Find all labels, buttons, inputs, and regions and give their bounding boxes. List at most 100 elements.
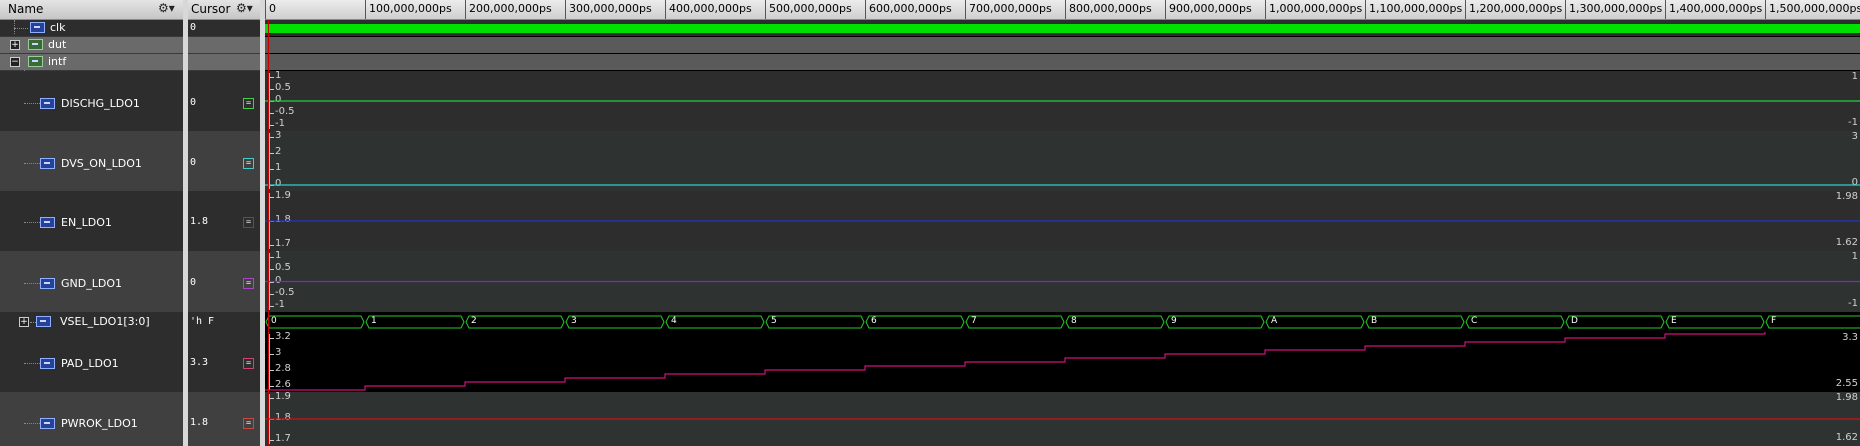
signal-name-GND_LDO1: GND_LDO1 — [61, 277, 122, 290]
bus-segment — [1465, 315, 1565, 329]
ruler-label: 1,000,000,000ps — [1269, 2, 1363, 15]
ruler-tick — [465, 0, 466, 19]
cursor-values-panel: Cursor ⚙▾ 0 0 = 0 = 1.8 = 0 = 'h F 3.3 = 1.8 = — [188, 0, 260, 446]
bus-value-label: 3 — [571, 316, 577, 326]
expand-icon[interactable]: + — [10, 40, 20, 50]
bus-segment — [1265, 315, 1365, 329]
bus-segment — [865, 315, 965, 329]
cursor-value: 0 — [190, 22, 197, 33]
signal-name-PAD_LDO1: PAD_LDO1 — [61, 357, 119, 370]
waveform-panel[interactable]: 0 100,000,000ps 200,000,000ps 300,000,000ps… — [265, 0, 1860, 446]
gear-icon[interactable]: ⚙▾ — [158, 1, 175, 15]
value-row: 0 — [188, 20, 260, 36]
analog-marker-icon[interactable]: = — [243, 278, 254, 289]
wave-row-GND_LDO1[interactable]: 1 0.5 0 -0.5 -1 1 -1 — [265, 250, 1860, 312]
bus-trace-VSEL_LDO1 — [265, 315, 1860, 329]
wave-row-PWROK_LDO1[interactable]: 1.9 1.8 1.7 1.98 1.62 — [265, 391, 1860, 446]
ruler-tick — [1565, 0, 1566, 19]
ruler-label: 300,000,000ps — [569, 2, 652, 15]
signal-icon — [40, 418, 55, 429]
cursor-value: 0 — [190, 277, 197, 288]
cursor-line[interactable] — [268, 20, 269, 446]
ruler-label: 500,000,000ps — [769, 2, 852, 15]
signal-name-PWROK_LDO1: PWROK_LDO1 — [61, 417, 138, 430]
scope-name-intf: intf — [48, 55, 67, 68]
bus-segment — [665, 315, 765, 329]
names-header-title: Name — [8, 2, 44, 16]
wave-row-PAD_LDO1[interactable]: 3.2 3 2.8 2.6 3.3 2.55 — [265, 331, 1860, 392]
bus-value-label: 9 — [1171, 316, 1177, 326]
bus-value-label: 4 — [671, 316, 677, 326]
ruler-tick — [865, 0, 866, 19]
bus-segment — [765, 315, 865, 329]
names-header[interactable]: Name ⚙▾ — [0, 0, 183, 20]
signal-icon — [40, 358, 55, 369]
ruler-tick — [1765, 0, 1766, 19]
wave-row-EN_LDO1[interactable]: 1.9 1.8 1.7 1.98 1.62 — [265, 190, 1860, 251]
expand-icon[interactable]: + — [19, 317, 29, 327]
value-row — [188, 37, 260, 53]
bus-value-label: 0 — [271, 316, 277, 326]
cursor-value: 0 — [190, 157, 197, 168]
analog-marker-icon[interactable]: = — [243, 98, 254, 109]
bus-segment — [1765, 315, 1860, 329]
ruler-tick — [1065, 0, 1066, 19]
row-GND_LDO1[interactable]: GND_LDO1 — [0, 251, 183, 312]
row-DVS_ON_LDO1[interactable]: DVS_ON_LDO1 — [0, 131, 183, 191]
time-ruler[interactable]: 0 100,000,000ps 200,000,000ps 300,000,000ps… — [265, 0, 1860, 20]
bus-segment — [1065, 315, 1165, 329]
row-dut[interactable]: + dut — [0, 37, 183, 53]
ruler-label: 400,000,000ps — [669, 2, 752, 15]
analog-marker-icon[interactable]: = — [243, 158, 254, 169]
bus-segment — [565, 315, 665, 329]
wave-row-DVS_ON_LDO1[interactable]: 321030 — [265, 130, 1860, 191]
bus-segment — [265, 315, 365, 329]
ruler-tick — [565, 0, 566, 19]
signal-icon — [40, 217, 55, 228]
ruler-label: 800,000,000ps — [1069, 2, 1152, 15]
signal-name-DISCHG_LDO1: DISCHG_LDO1 — [61, 97, 140, 110]
cursor-value: 3.3 — [190, 357, 209, 368]
bus-value-label: D — [1571, 316, 1578, 326]
cursor-value: 0 — [190, 97, 197, 108]
value-row: 1.8 = — [188, 191, 260, 251]
signal-icon — [30, 22, 45, 33]
row-intf[interactable]: − intf — [0, 54, 183, 70]
signal-name-DVS_ON_LDO1: DVS_ON_LDO1 — [61, 157, 142, 170]
analog-marker-icon[interactable]: = — [243, 418, 254, 429]
row-PWROK_LDO1[interactable]: PWROK_LDO1 — [0, 392, 183, 446]
collapse-icon[interactable]: − — [10, 57, 20, 67]
row-PAD_LDO1[interactable]: PAD_LDO1 — [0, 332, 183, 392]
clk-waveform[interactable] — [265, 24, 1860, 33]
value-row: 3.3 = — [188, 332, 260, 392]
bus-value-label: 7 — [971, 316, 977, 326]
wave-row-VSEL_LDO1[interactable]: 0 1 2 3 4 5 6 7 8 9 A B C D E F — [265, 312, 1860, 332]
bus-value-label: F — [1771, 316, 1777, 326]
analog-marker-icon[interactable]: = — [243, 358, 254, 369]
values-header[interactable]: Cursor ⚙▾ — [188, 0, 260, 20]
gear-icon[interactable]: ⚙▾ — [236, 1, 253, 15]
ruler-label: 1,200,000,000ps — [1469, 2, 1563, 15]
row-EN_LDO1[interactable]: EN_LDO1 — [0, 191, 183, 251]
ruler-label: 1,300,000,000ps — [1569, 2, 1663, 15]
signal-icon — [40, 278, 55, 289]
row-DISCHG_LDO1[interactable]: DISCHG_LDO1 — [0, 71, 183, 131]
scope-name-dut: dut — [48, 38, 67, 51]
trace-PAD_LDO1 — [265, 332, 1766, 391]
ruler-label: 200,000,000ps — [469, 2, 552, 15]
ruler-tick — [365, 0, 366, 19]
ruler-tick — [1465, 0, 1466, 19]
analog-marker-icon[interactable]: = — [243, 217, 254, 228]
row-VSEL_LDO1[interactable]: + VSEL_LDO1[3:0] — [0, 312, 183, 332]
bus-value-label: E — [1671, 316, 1677, 326]
bus-segment — [1165, 315, 1265, 329]
cursor-value: 'h F — [190, 316, 215, 327]
wave-row-DISCHG_LDO1[interactable]: 1 0.5 0 -0.5 -1 1 -1 — [265, 70, 1860, 131]
ruler-tick — [765, 0, 766, 19]
bus-value-label: B — [1371, 316, 1378, 326]
ruler-label: 900,000,000ps — [1169, 2, 1252, 15]
bus-value-label: C — [1471, 316, 1478, 326]
value-row: 0 = — [188, 131, 260, 191]
row-clk[interactable]: clk — [0, 20, 183, 36]
signal-name-clk: clk — [50, 21, 66, 34]
